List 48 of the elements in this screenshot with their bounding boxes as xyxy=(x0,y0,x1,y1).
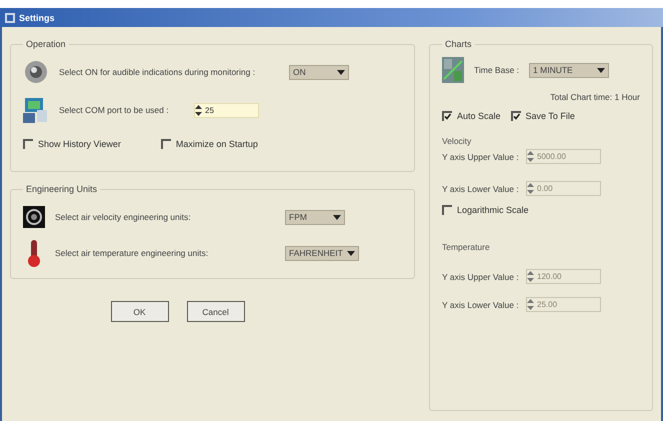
checkbox-label: Maximize on Startup xyxy=(176,139,258,149)
caret-icon xyxy=(347,250,355,256)
computer-icon xyxy=(23,96,49,124)
group-title: Operation xyxy=(25,39,67,49)
setting-label: Select ON for audible indications during monitoring : xyxy=(59,67,256,77)
checkbox[interactable] xyxy=(23,139,33,149)
spin-value: 25.00 xyxy=(537,300,558,309)
spin-value: 25 xyxy=(205,106,214,114)
dropdown[interactable]: FAHRENHEIT xyxy=(285,246,359,260)
group-title: Charts xyxy=(444,39,473,49)
section-title: Temperature xyxy=(442,242,491,252)
dropdown[interactable]: 1 MINUTE xyxy=(529,62,610,78)
section-title: Velocity xyxy=(442,136,472,146)
swirl-icon xyxy=(23,206,45,228)
checkbox[interactable] xyxy=(442,205,452,215)
time-base-label: Time Base : xyxy=(474,65,520,75)
checkbox-label: Logarithmic Scale xyxy=(457,205,529,215)
spin-arrows-icon[interactable] xyxy=(195,104,202,116)
spin-field[interactable]: 25 xyxy=(194,102,259,118)
caret-icon xyxy=(337,70,345,74)
checkbox-label: Save To File xyxy=(526,111,575,121)
field-label: Y axis Upper Value : xyxy=(442,152,520,162)
setting-label: Select air temperature engineering units: xyxy=(55,248,210,258)
window-icon xyxy=(5,12,15,22)
checkbox-label: Show History Viewer xyxy=(38,139,121,149)
speaker-icon xyxy=(23,58,49,86)
setting-label: Select COM port to be used : xyxy=(59,105,170,115)
checkbox[interactable] xyxy=(160,139,171,149)
total-chart-time: Total Chart time: 1 Hour xyxy=(550,92,640,102)
spin-value: 0.00 xyxy=(537,184,553,193)
field-label: Y axis Upper Value : xyxy=(442,272,520,282)
dropdown[interactable]: FPM xyxy=(285,210,345,224)
spin-value: 120.00 xyxy=(537,272,562,281)
group-title: Engineering Units xyxy=(25,184,98,194)
checkbox[interactable] xyxy=(510,111,521,121)
dialog-button[interactable]: OK xyxy=(110,301,168,322)
dialog-button[interactable]: Cancel xyxy=(186,301,244,322)
dropdown[interactable]: ON xyxy=(289,64,349,80)
checkbox-label: Auto Scale xyxy=(457,111,501,121)
setting-label: Select air velocity engineering units: xyxy=(55,212,192,222)
window-title: Settings xyxy=(19,12,55,22)
field-label: Y axis Lower Value : xyxy=(442,184,520,194)
field-label: Y axis Lower Value : xyxy=(442,300,520,310)
caret-icon xyxy=(333,214,341,220)
chart-grid-icon xyxy=(442,57,464,83)
spin-value: 5000.00 xyxy=(537,152,566,161)
caret-icon xyxy=(597,68,606,72)
checkbox[interactable] xyxy=(442,111,452,121)
